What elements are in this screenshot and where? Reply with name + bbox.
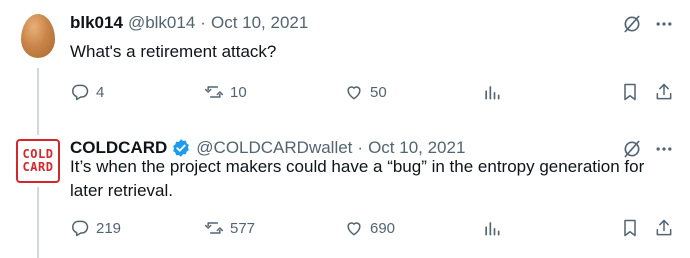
like-button[interactable]: 50 xyxy=(344,78,387,106)
coldcard-logo[interactable]: COLD CARD xyxy=(16,139,60,183)
retweet-button[interactable]: 577 xyxy=(204,214,255,242)
views-button[interactable] xyxy=(482,78,502,106)
retweet-count: 10 xyxy=(230,83,247,101)
retweet-icon xyxy=(204,86,224,98)
tweet-actions: 4 10 50 xyxy=(0,78,690,106)
views-button[interactable] xyxy=(482,214,502,242)
reply-button[interactable]: 4 xyxy=(70,78,104,106)
like-count: 690 xyxy=(370,219,396,237)
tweet-text: It’s when the project makers could have … xyxy=(70,157,645,200)
like-count: 50 xyxy=(370,83,387,101)
reply-button[interactable]: 219 xyxy=(70,214,121,242)
like-button[interactable]: 690 xyxy=(344,214,395,242)
tweet-coldcard[interactable]: COLD CARD COLDCARD @COLDCARDwallet · Oct… xyxy=(0,125,690,258)
logo-text-bottom: CARD xyxy=(22,160,54,174)
retweet-icon xyxy=(204,222,224,234)
analytics-icon xyxy=(485,222,500,236)
reply-icon xyxy=(72,220,89,237)
heart-icon xyxy=(347,222,361,236)
heart-icon xyxy=(347,86,361,100)
grok-icon[interactable] xyxy=(622,14,642,34)
bookmark-icon xyxy=(624,83,636,101)
bookmark-button[interactable] xyxy=(620,78,640,106)
tweet-text: What's a retirement attack? xyxy=(70,42,277,61)
reply-icon xyxy=(72,84,89,101)
share-button[interactable] xyxy=(654,214,674,242)
tweet-header: blk014 @blk014 · Oct 10, 2021 xyxy=(70,11,308,35)
tweet-blk014[interactable]: blk014 @blk014 · Oct 10, 2021 What's a r… xyxy=(0,0,690,125)
author-handle[interactable]: @blk014 xyxy=(128,13,195,33)
thread-line xyxy=(37,125,39,135)
more-options-icon[interactable] xyxy=(654,14,674,34)
share-button[interactable] xyxy=(654,78,674,106)
bookmark-button[interactable] xyxy=(620,214,640,242)
reply-count: 4 xyxy=(96,83,105,101)
share-icon xyxy=(656,219,672,236)
separator-dot: · xyxy=(200,13,206,32)
bookmark-icon xyxy=(624,219,636,237)
analytics-icon xyxy=(485,86,500,100)
share-icon xyxy=(656,83,672,100)
reply-count: 219 xyxy=(96,219,122,237)
tweet-date[interactable]: Oct 10, 2021 xyxy=(211,13,308,33)
retweet-button[interactable]: 10 xyxy=(204,78,247,106)
retweet-count: 577 xyxy=(230,219,256,237)
author-name[interactable]: blk014 xyxy=(70,13,123,33)
egg-avatar[interactable] xyxy=(21,14,55,58)
tweet-actions: 219 577 690 xyxy=(0,214,690,242)
